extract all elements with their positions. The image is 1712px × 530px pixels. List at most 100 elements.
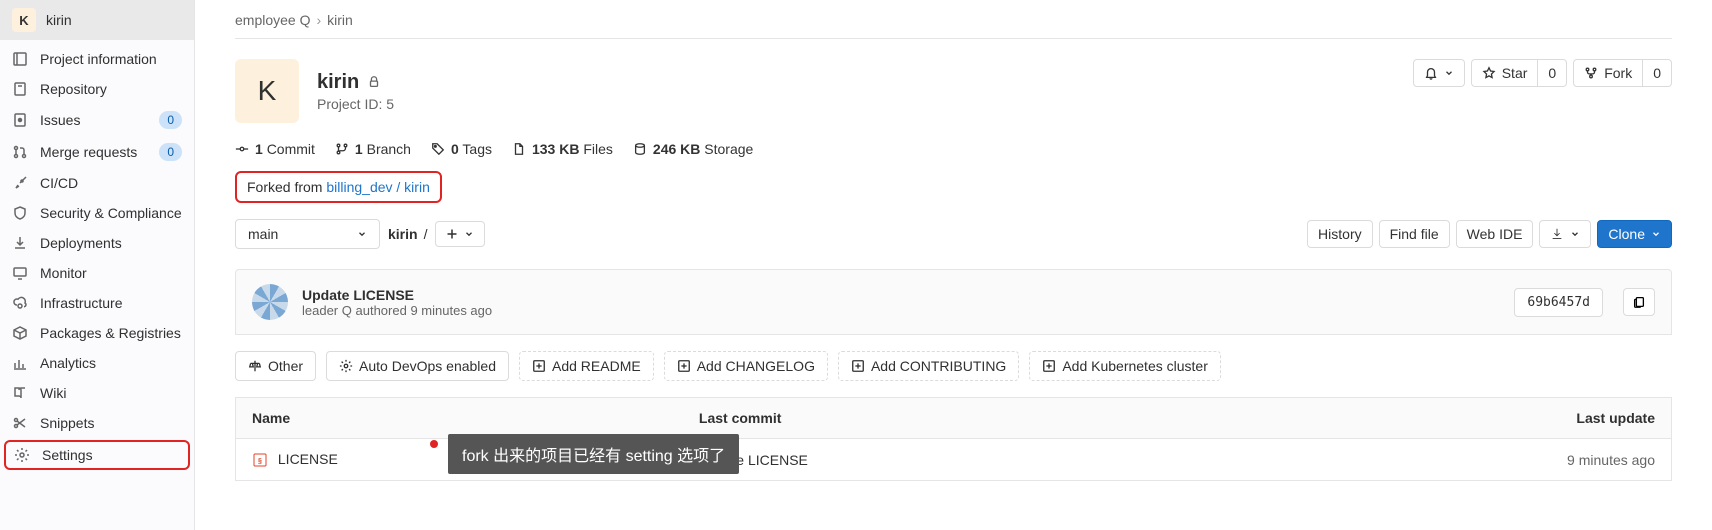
breadcrumb-owner[interactable]: employee Q (235, 12, 310, 28)
sidebar-item-label: CI/CD (40, 175, 182, 191)
notifications-button[interactable] (1413, 59, 1465, 87)
avatar (252, 284, 288, 320)
clone-button[interactable]: Clone (1597, 220, 1672, 248)
commit-title[interactable]: Update LICENSE (302, 287, 1500, 303)
issues-count-badge: 0 (159, 111, 182, 129)
sidebar-item-settings[interactable]: Settings (4, 440, 190, 470)
commit-meta: leader Q authored 9 minutes ago (302, 303, 1500, 318)
chevron-down-icon (1651, 229, 1661, 239)
add-to-tree-button[interactable] (435, 221, 485, 247)
sidebar-item-packages[interactable]: Packages & Registries (0, 318, 194, 348)
project-id: Project ID: 5 (317, 96, 394, 112)
sidebar-item-project-information[interactable]: Project information (0, 44, 194, 74)
package-icon (12, 325, 28, 341)
balance-icon (248, 359, 262, 373)
annotation-pointer (430, 440, 438, 448)
rocket-icon (12, 175, 28, 191)
chart-icon (12, 355, 28, 371)
storage-icon (633, 142, 647, 156)
chevron-down-icon (1570, 229, 1580, 239)
clipboard-icon (1632, 295, 1646, 309)
sidebar-item-analytics[interactable]: Analytics (0, 348, 194, 378)
chip-add-readme[interactable]: Add README (519, 351, 654, 381)
commit-icon (235, 142, 249, 156)
star-icon (1482, 66, 1496, 80)
license-file-icon: § (252, 452, 268, 468)
stat-files[interactable]: 133 KB Files (512, 141, 613, 157)
star-label: Star (1502, 65, 1528, 81)
col-name: Name (236, 398, 683, 439)
sidebar-item-cicd[interactable]: CI/CD (0, 168, 194, 198)
file-last-update: 9 minutes ago (1216, 439, 1672, 481)
sidebar-item-label: Issues (40, 112, 147, 128)
sidebar-item-security[interactable]: Security & Compliance (0, 198, 194, 228)
find-file-button[interactable]: Find file (1379, 220, 1450, 248)
project-chips: Other Auto DevOps enabled Add README Add… (235, 351, 1672, 381)
forked-from-notice: Forked from billing_dev / kirin (235, 171, 442, 203)
branch-icon (335, 142, 349, 156)
sidebar: K kirin Project information Repository I… (0, 0, 195, 530)
fork-button[interactable]: Fork (1573, 59, 1643, 87)
download-icon: stroke-width="1.5"> (1550, 227, 1564, 241)
sidebar-item-label: Security & Compliance (40, 205, 182, 221)
sidebar-item-label: Merge requests (40, 144, 147, 160)
breadcrumb: employee Q › kirin (235, 12, 1672, 28)
deployments-icon (12, 235, 28, 251)
sidebar-item-snippets[interactable]: Snippets (0, 408, 194, 438)
chip-add-contributing[interactable]: Add CONTRIBUTING (838, 351, 1019, 381)
file-path-breadcrumb: kirin / (388, 226, 427, 242)
branch-selector[interactable]: main (235, 219, 380, 249)
chevron-down-icon (357, 229, 367, 239)
project-name-small: kirin (46, 12, 72, 28)
last-commit-panel: Update LICENSE leader Q authored 9 minut… (235, 269, 1672, 335)
sidebar-item-merge-requests[interactable]: Merge requests 0 (0, 136, 194, 168)
scissors-icon (12, 415, 28, 431)
fork-count[interactable]: 0 (1643, 59, 1672, 87)
file-last-commit[interactable]: Update LICENSE (683, 439, 1216, 481)
breadcrumb-separator: › (316, 12, 321, 28)
chip-other[interactable]: Other (235, 351, 316, 381)
chip-autodevops[interactable]: Auto DevOps enabled (326, 351, 509, 381)
chevron-down-icon (1444, 68, 1454, 78)
path-project[interactable]: kirin (388, 226, 418, 242)
gear-icon (339, 359, 353, 373)
sidebar-item-issues[interactable]: Issues 0 (0, 104, 194, 136)
plus-square-icon (851, 359, 865, 373)
sidebar-item-deployments[interactable]: Deployments (0, 228, 194, 258)
col-last-commit: Last commit (683, 398, 1216, 439)
sidebar-item-label: Settings (42, 447, 180, 463)
sidebar-item-label: Monitor (40, 265, 182, 281)
stat-storage[interactable]: 246 KB Storage (633, 141, 753, 157)
download-button[interactable]: stroke-width="1.5"> (1539, 220, 1591, 248)
commit-sha[interactable]: 69b6457d (1514, 288, 1603, 317)
tag-icon (431, 142, 445, 156)
chip-add-changelog[interactable]: Add CHANGELOG (664, 351, 828, 381)
stat-commits[interactable]: 1 Commit (235, 141, 315, 157)
web-ide-button[interactable]: Web IDE (1456, 220, 1534, 248)
sidebar-project-header[interactable]: K kirin (0, 0, 194, 40)
sidebar-item-label: Deployments (40, 235, 182, 251)
merge-request-icon (12, 144, 28, 160)
history-button[interactable]: History (1307, 220, 1373, 248)
plus-square-icon (677, 359, 691, 373)
sidebar-item-wiki[interactable]: Wiki (0, 378, 194, 408)
divider (235, 38, 1672, 39)
breadcrumb-project[interactable]: kirin (327, 12, 353, 28)
sidebar-item-infrastructure[interactable]: Infrastructure (0, 288, 194, 318)
star-count[interactable]: 0 (1538, 59, 1567, 87)
sidebar-item-monitor[interactable]: Monitor (0, 258, 194, 288)
sidebar-item-repository[interactable]: Repository (0, 74, 194, 104)
stat-tags[interactable]: 0 Tags (431, 141, 492, 157)
repository-icon (12, 81, 28, 97)
chevron-down-icon (464, 229, 474, 239)
book-icon (12, 385, 28, 401)
forked-from-link[interactable]: billing_dev / kirin (326, 179, 430, 195)
chip-add-kubernetes[interactable]: Add Kubernetes cluster (1029, 351, 1221, 381)
monitor-icon (12, 265, 28, 281)
stat-branches[interactable]: 1 Branch (335, 141, 411, 157)
star-button[interactable]: Star (1471, 59, 1539, 87)
project-avatar-large: K (235, 59, 299, 123)
copy-sha-button[interactable] (1623, 288, 1655, 316)
main-content: employee Q › kirin K kirin Project ID: 5 (195, 0, 1712, 530)
annotation-tooltip: fork 出来的项目已经有 setting 选项了 (448, 434, 739, 474)
